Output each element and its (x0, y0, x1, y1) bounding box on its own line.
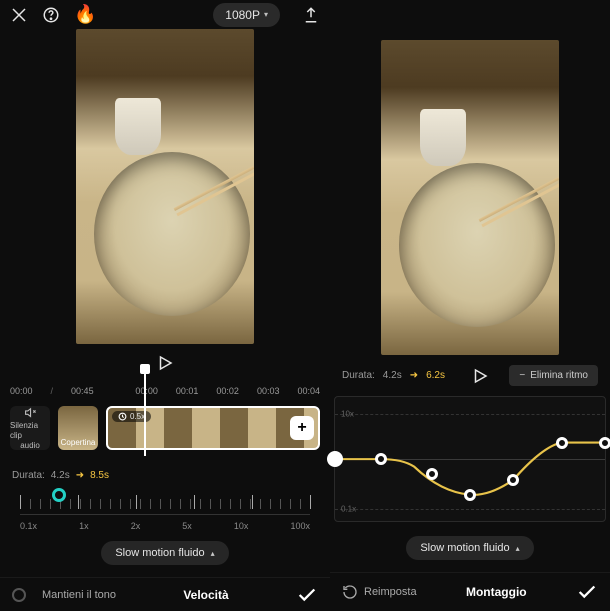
duration-old: 4.2s (383, 370, 402, 381)
mute-label: Silenzia clip (10, 421, 50, 440)
bottom-bar-left: Mantieni il tono Velocità (0, 577, 330, 611)
duration-new: 8.5s (90, 470, 109, 481)
timeline-row: Silenzia clip audio Copertina 0.5x + (0, 402, 330, 460)
resolution-value: 1080P (225, 8, 260, 22)
bottom-bar-right: Reimposta Montaggio (330, 572, 610, 611)
top-bar: 🔥 1080P (0, 0, 330, 29)
confirm-icon[interactable] (576, 581, 598, 603)
speed-scale[interactable]: 0.1x 1x 2x 5x 10x 100x (0, 483, 330, 535)
time-ruler: 00:00 / 00:45 00:00 00:01 00:02 00:03 00… (0, 378, 330, 402)
duration-label: Durata: (12, 470, 45, 481)
duration-new: 6.2s (426, 370, 445, 381)
tab-montaggio[interactable]: Montaggio (466, 585, 527, 599)
ruler-mark: 00:00 (135, 386, 158, 396)
speed-label: 5x (182, 521, 192, 531)
export-icon[interactable] (302, 6, 320, 24)
cover-label: Copertina (61, 438, 96, 447)
graph-node[interactable] (556, 437, 568, 449)
close-icon[interactable] (10, 6, 28, 24)
help-icon[interactable] (42, 6, 60, 24)
preview-area-right (330, 0, 610, 355)
left-panel: 🔥 1080P 00:00 / 00:45 00:00 00:01 00:02 … (0, 0, 330, 611)
ruler-mark: 00:04 (297, 386, 320, 396)
graph-node[interactable] (426, 468, 438, 480)
confirm-icon[interactable] (296, 584, 318, 606)
tab-velocita[interactable]: Velocità (183, 588, 228, 602)
info-row-right: Durata: 4.2s ➜ 6.2s − Elimina ritmo (330, 355, 610, 392)
smooth-motion-select-right[interactable]: Slow motion fluido (406, 536, 533, 560)
keep-tone-label: Mantieni il tono (42, 589, 116, 601)
graph-node[interactable] (507, 474, 519, 486)
keep-tone-toggle[interactable] (12, 588, 26, 602)
mute-label: audio (20, 441, 40, 451)
graph-node[interactable] (375, 453, 387, 465)
smooth-motion-select-left[interactable]: Slow motion fluido (101, 541, 228, 565)
flame-icon[interactable]: 🔥 (74, 4, 96, 25)
resolution-select[interactable]: 1080P (213, 3, 280, 27)
reset-label: Reimposta (364, 586, 417, 598)
arrow-icon: ➜ (410, 370, 418, 381)
arrow-icon: ➜ (76, 470, 84, 481)
play-icon[interactable] (471, 367, 489, 385)
smooth-label: Slow motion fluido (115, 547, 204, 559)
speed-graph[interactable]: 10x 0.1x (334, 396, 606, 522)
smooth-label: Slow motion fluido (420, 542, 509, 554)
graph-node[interactable] (599, 437, 610, 449)
speed-label: 1x (79, 521, 89, 531)
play-icon[interactable] (156, 354, 174, 372)
duration-label: Durata: (342, 370, 375, 381)
duration-old: 4.2s (51, 470, 70, 481)
video-preview-right[interactable] (381, 40, 559, 355)
ruler-mark: 00:02 (216, 386, 239, 396)
speed-label: 0.1x (20, 521, 37, 531)
duration-bar-left: Durata: 4.2s ➜ 8.5s (0, 460, 330, 483)
speed-label: 100x (290, 521, 310, 531)
cover-button[interactable]: Copertina (58, 406, 98, 450)
speed-label: 2x (131, 521, 141, 531)
delete-rhythm-label: Elimina ritmo (530, 370, 588, 381)
time-total: 00:45 (71, 386, 94, 396)
clip-strip[interactable]: 0.5x + (106, 406, 320, 450)
reset-button[interactable]: Reimposta (342, 584, 417, 600)
time-current: 00:00 (10, 386, 33, 396)
playhead[interactable] (144, 368, 146, 456)
video-preview-left[interactable] (76, 29, 254, 344)
add-clip-button[interactable]: + (290, 416, 314, 440)
graph-node[interactable] (464, 489, 476, 501)
speed-labels: 0.1x 1x 2x 5x 10x 100x (20, 515, 310, 531)
delete-rhythm-button[interactable]: − Elimina ritmo (509, 365, 598, 386)
ruler-mark: 00:03 (257, 386, 280, 396)
ruler-mark: 00:01 (176, 386, 199, 396)
speed-label: 10x (234, 521, 249, 531)
graph-node[interactable] (327, 451, 343, 467)
preview-area-left (0, 29, 330, 344)
mute-audio-button[interactable]: Silenzia clip audio (10, 406, 50, 450)
right-panel: Durata: 4.2s ➜ 6.2s − Elimina ritmo 10x … (330, 0, 610, 611)
minus-icon: − (519, 370, 525, 381)
